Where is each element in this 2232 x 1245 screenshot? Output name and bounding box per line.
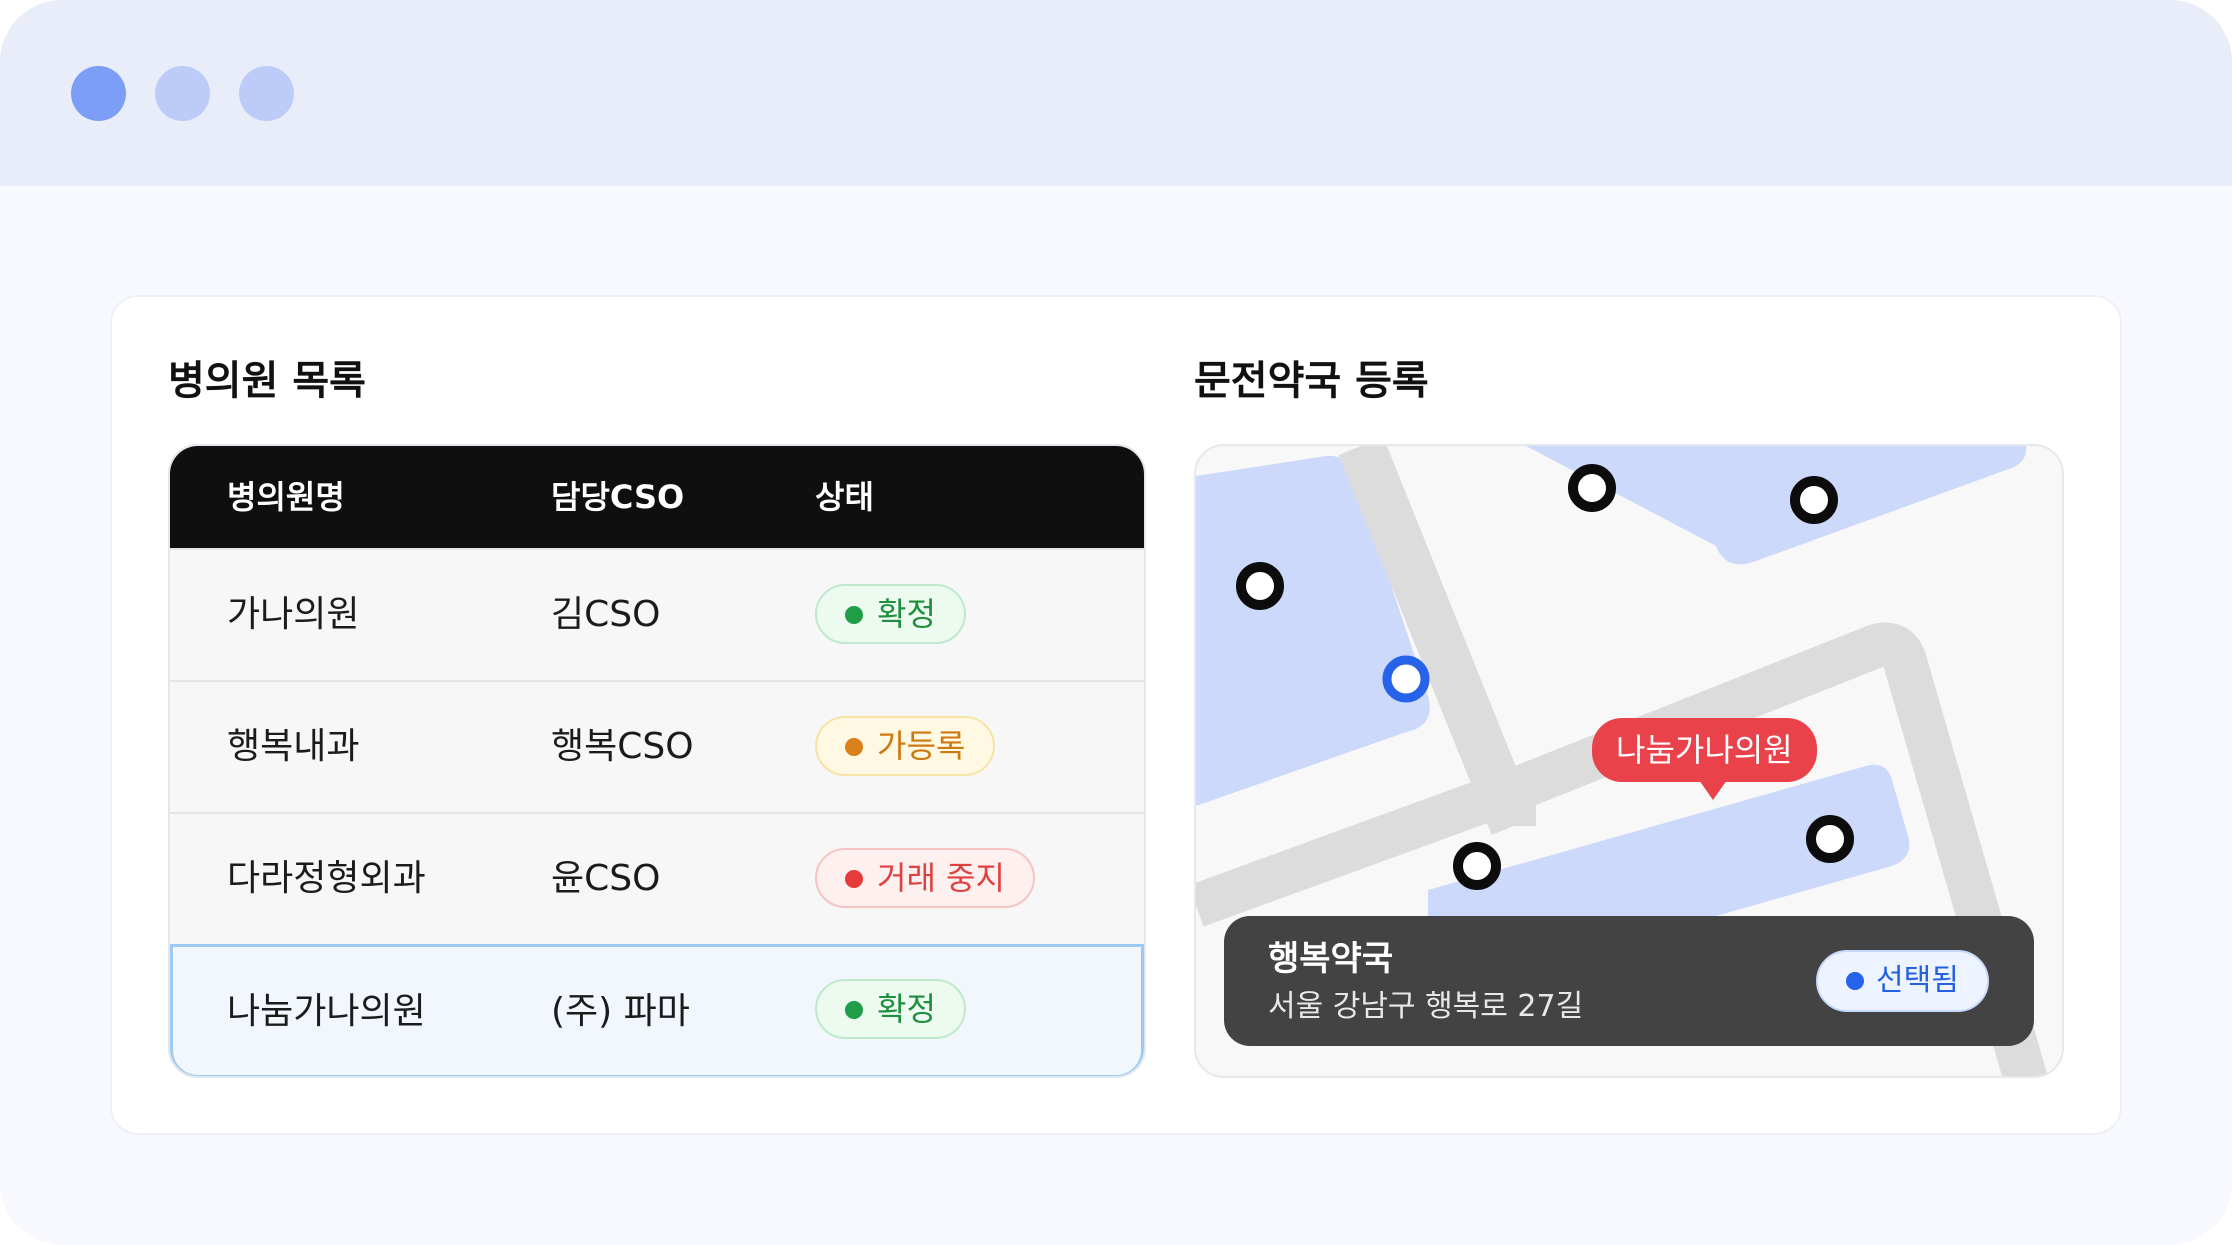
title-bar xyxy=(0,0,2232,186)
clinic-list-title: 병의원 목록 xyxy=(168,358,366,404)
column-header-clinic-name[interactable]: 병의원명 xyxy=(227,446,345,548)
column-header-cso[interactable]: 담당CSO xyxy=(551,446,684,548)
selected-pharmacy-pin-icon[interactable] xyxy=(1382,655,1430,703)
pharmacy-pin-icon[interactable] xyxy=(1806,815,1854,863)
selected-badge-label: 선택됨 xyxy=(1876,963,1959,998)
clinic-name: 나눔가나의원 xyxy=(227,991,426,1032)
pharmacy-pin-icon[interactable] xyxy=(1236,562,1284,610)
column-header-status[interactable]: 상태 xyxy=(815,446,874,548)
status-badge: 확정 xyxy=(815,584,966,644)
selected-pharmacy-card[interactable]: 행복약국 서울 강남구 행복로 27길 선택됨 xyxy=(1224,916,2034,1046)
pharmacy-register-title: 문전약국 등록 xyxy=(1194,358,1429,404)
cso-name: 윤CSO xyxy=(551,858,661,899)
selected-badge[interactable]: 선택됨 xyxy=(1816,950,1989,1012)
window-control-minimize[interactable] xyxy=(155,66,210,121)
table-header: 병의원명 담당CSO 상태 xyxy=(170,446,1144,548)
status-dot-icon xyxy=(845,606,863,624)
cso-name: 행복CSO xyxy=(551,726,694,767)
status-label: 확정 xyxy=(877,990,936,1028)
window-control-maximize[interactable] xyxy=(239,66,294,121)
status-label: 확정 xyxy=(877,595,936,633)
status-badge: 거래 중지 xyxy=(815,848,1035,908)
status-label: 가등록 xyxy=(877,727,966,765)
clinic-table: 병의원명 담당CSO 상태 가나의원 김CSO 확정 행복내과 행복CSO 가등… xyxy=(168,444,1146,1078)
browser-window: 병의원 목록 문전약국 등록 병의원명 담당CSO 상태 가나의원 김CSO 확… xyxy=(0,0,2232,1245)
table-row-selected[interactable]: 나눔가나의원 (주) 파마 확정 xyxy=(170,944,1144,1076)
cso-name: (주) 파마 xyxy=(551,991,690,1032)
status-dot-icon xyxy=(845,738,863,756)
status-dot-icon xyxy=(845,1001,863,1019)
table-row[interactable]: 행복내과 행복CSO 가등록 xyxy=(170,680,1144,812)
pharmacy-name: 행복약국 xyxy=(1268,939,1394,979)
clinic-location-label[interactable]: 나눔가나의원 xyxy=(1592,718,1817,782)
window-control-close[interactable] xyxy=(71,66,126,121)
clinic-name: 행복내과 xyxy=(227,726,360,767)
clinic-name: 다라정형외과 xyxy=(227,858,426,899)
selected-dot-icon xyxy=(1846,972,1864,990)
clinic-name: 가나의원 xyxy=(227,594,360,635)
table-row[interactable]: 가나의원 김CSO 확정 xyxy=(170,548,1144,680)
pharmacy-pin-icon[interactable] xyxy=(1790,476,1838,524)
pharmacy-pin-icon[interactable] xyxy=(1568,464,1616,512)
clinic-location-pointer-icon xyxy=(1699,780,1727,800)
pharmacy-pin-icon[interactable] xyxy=(1453,842,1501,890)
status-badge: 확정 xyxy=(815,979,966,1039)
status-dot-icon xyxy=(845,870,863,888)
cso-name: 김CSO xyxy=(551,594,661,635)
pharmacy-address: 서울 강남구 행복로 27길 xyxy=(1268,989,1584,1024)
status-badge: 가등록 xyxy=(815,716,996,776)
status-label: 거래 중지 xyxy=(877,859,1005,897)
table-row[interactable]: 다라정형외과 윤CSO 거래 중지 xyxy=(170,812,1144,944)
